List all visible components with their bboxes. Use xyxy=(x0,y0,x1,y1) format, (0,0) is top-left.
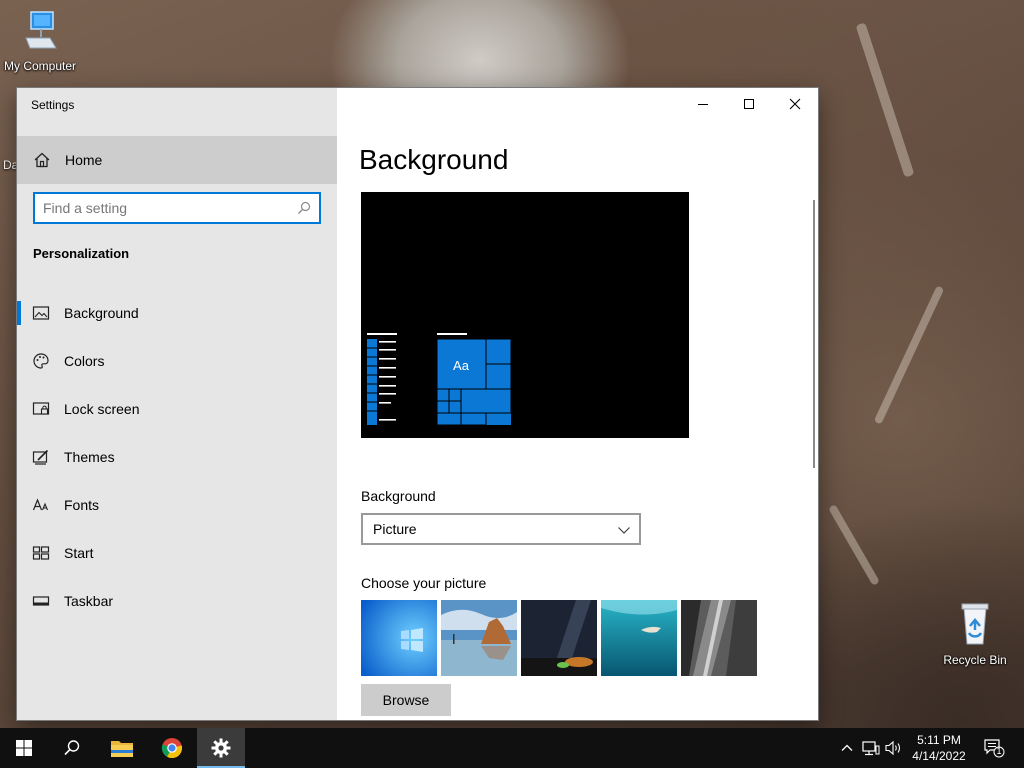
night-sky-wallpaper-thumbnail xyxy=(521,600,597,676)
recycle-bin-icon xyxy=(961,603,989,645)
windows-wallpaper-thumbnail xyxy=(361,600,437,676)
chevron-up-icon xyxy=(841,744,853,751)
chevron-down-icon xyxy=(618,527,630,534)
sidebar-item-label: Fonts xyxy=(64,497,100,513)
rock-wallpaper-thumbnail xyxy=(681,600,757,676)
sidebar-item-taskbar[interactable]: Taskbar xyxy=(17,577,337,625)
sidebar-item-label: Themes xyxy=(64,449,115,465)
taskbar-search-button[interactable] xyxy=(48,728,96,768)
search-icon xyxy=(64,740,80,756)
minimize-button[interactable] xyxy=(680,88,726,120)
fonts-icon xyxy=(32,498,49,511)
chrome-icon xyxy=(161,738,183,759)
sidebar-item-lock-screen[interactable]: Lock screen xyxy=(17,385,337,433)
notification-count: 1 xyxy=(996,746,1002,756)
volume-button[interactable] xyxy=(884,738,904,758)
nav-list: Background Colors Lock screen Themes Fon… xyxy=(17,289,337,625)
lock-screen-icon xyxy=(32,402,50,415)
maximize-icon xyxy=(744,99,754,109)
main-content: Background Aa Background Picture Choose … xyxy=(337,88,818,720)
sidebar-item-label: Lock screen xyxy=(64,401,140,417)
minimize-icon xyxy=(698,104,708,105)
file-explorer-button[interactable] xyxy=(98,728,146,768)
computer-icon xyxy=(25,11,57,49)
sidebar-item-start[interactable]: Start xyxy=(17,529,337,577)
desktop-preview: Aa xyxy=(361,192,689,438)
desktop-icon-my-computer[interactable]: My Computer xyxy=(0,8,80,73)
beach-wallpaper-thumbnail xyxy=(441,600,517,676)
clock[interactable]: 5:11 PM 4/14/2022 xyxy=(905,732,973,764)
sidebar-item-themes[interactable]: Themes xyxy=(17,433,337,481)
picture-thumbnail[interactable] xyxy=(441,600,517,676)
sidebar-home-label: Home xyxy=(65,152,103,168)
preview-tile-text: Aa xyxy=(453,358,470,373)
gear-icon xyxy=(211,738,231,758)
dropdown-value: Picture xyxy=(373,521,417,537)
sidebar-item-background[interactable]: Background xyxy=(17,289,337,337)
clock-time: 5:11 PM xyxy=(917,733,961,747)
windows-logo-icon xyxy=(16,740,32,756)
scrollbar[interactable] xyxy=(813,200,815,468)
settings-taskbar-button[interactable] xyxy=(197,728,245,768)
choose-picture-label: Choose your picture xyxy=(361,575,487,591)
folder-icon xyxy=(111,741,133,757)
sidebar: Settings Home Personalization Backg xyxy=(17,88,337,720)
palette-icon xyxy=(33,353,49,369)
search-icon[interactable] xyxy=(297,201,311,215)
sidebar-item-label: Background xyxy=(64,305,139,321)
desktop-icon-label: My Computer xyxy=(3,59,77,73)
volume-icon xyxy=(885,740,901,756)
network-button[interactable] xyxy=(861,738,881,758)
themes-icon xyxy=(32,449,49,465)
background-type-label: Background xyxy=(361,488,436,504)
sidebar-item-label: Colors xyxy=(64,353,105,369)
taskbar-icon xyxy=(32,596,50,606)
show-hidden-icons-button[interactable] xyxy=(837,738,857,758)
picture-thumbnail[interactable] xyxy=(361,600,437,676)
picture-thumbnail[interactable] xyxy=(521,600,597,676)
desktop-icon-label: Recycle Bin xyxy=(943,653,1007,667)
sidebar-item-fonts[interactable]: Fonts xyxy=(17,481,337,529)
chrome-button[interactable] xyxy=(148,728,196,768)
close-icon xyxy=(789,98,801,110)
sidebar-home[interactable]: Home xyxy=(17,136,337,184)
action-center-button[interactable]: 1 xyxy=(981,738,1007,758)
taskbar: 5:11 PM 4/14/2022 1 xyxy=(0,728,1024,768)
page-title: Background xyxy=(359,144,509,175)
start-menu-preview: Aa xyxy=(367,333,512,426)
section-title: Personalization xyxy=(33,246,130,261)
start-icon xyxy=(32,546,50,560)
sidebar-item-label: Start xyxy=(64,545,94,561)
browse-button[interactable]: Browse xyxy=(361,684,451,716)
close-button[interactable] xyxy=(772,88,818,120)
picture-thumbnail[interactable] xyxy=(601,600,677,676)
picture-thumbnail[interactable] xyxy=(681,600,757,676)
picture-thumbnails xyxy=(361,600,757,676)
maximize-button[interactable] xyxy=(726,88,772,120)
window-title: Settings xyxy=(31,98,75,112)
sidebar-item-label: Taskbar xyxy=(64,593,114,609)
desktop-icon-recycle-bin[interactable]: Recycle Bin xyxy=(935,600,1015,667)
clock-date: 4/14/2022 xyxy=(912,749,966,763)
wallpaper-streak xyxy=(828,504,880,586)
wallpaper-streak xyxy=(855,22,915,178)
search-input[interactable] xyxy=(43,200,291,216)
sidebar-item-colors[interactable]: Colors xyxy=(17,337,337,385)
background-type-dropdown[interactable]: Picture xyxy=(361,513,641,545)
underwater-wallpaper-thumbnail xyxy=(601,600,677,676)
search-box xyxy=(33,192,321,224)
settings-window: Settings Home Personalization Backg xyxy=(17,88,818,720)
picture-icon xyxy=(32,306,50,320)
start-button[interactable] xyxy=(0,728,48,768)
home-icon xyxy=(34,152,50,168)
network-icon xyxy=(862,741,880,756)
wallpaper-streak xyxy=(873,285,945,425)
